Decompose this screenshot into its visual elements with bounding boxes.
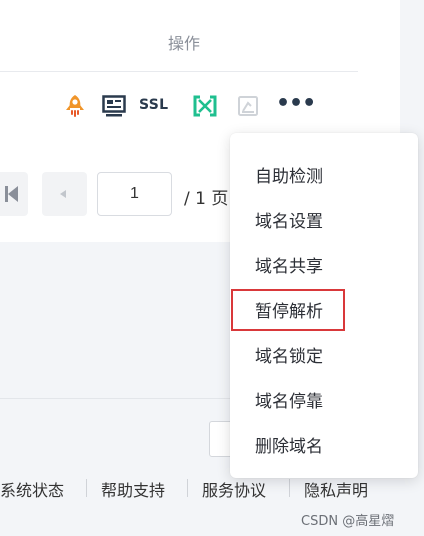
menu-item-domain-lock[interactable]: 域名锁定 xyxy=(255,342,323,367)
watermark: CSDN @高星熠 xyxy=(301,514,395,529)
monitor-icon[interactable] xyxy=(102,95,126,117)
menu-item-domain-parking[interactable]: 域名停靠 xyxy=(255,387,323,412)
operations-column-header: 操作 xyxy=(168,34,201,53)
footer-separator xyxy=(289,479,290,497)
menu-item-delete-domain[interactable]: 删除域名 xyxy=(255,432,323,457)
footer-separator xyxy=(86,479,87,497)
more-actions-dropdown: 自助检测 域名设置 域名共享 暂停解析 域名锁定 域名停靠 删除域名 xyxy=(230,133,418,478)
bracket-icon[interactable] xyxy=(192,95,218,117)
page-number-input[interactable]: 1 xyxy=(97,172,172,216)
menu-item-self-check[interactable]: 自助检测 xyxy=(255,162,323,187)
ssl-icon[interactable]: SSL xyxy=(139,97,168,113)
more-icon[interactable]: ••• xyxy=(276,91,316,116)
menu-item-pause-resolution[interactable]: 暂停解析 xyxy=(255,297,323,322)
footer-link-help[interactable]: 帮助支持 xyxy=(101,477,165,501)
footer-link-terms[interactable]: 服务协议 xyxy=(202,477,266,501)
menu-item-domain-settings[interactable]: 域名设置 xyxy=(255,207,323,232)
previous-page-button[interactable] xyxy=(42,172,87,216)
first-page-button[interactable] xyxy=(0,172,28,216)
footer-link-system-status[interactable]: 系统状态 xyxy=(0,477,64,501)
rocket-icon[interactable] xyxy=(64,94,86,118)
footer-link-privacy[interactable]: 隐私声明 xyxy=(304,477,368,501)
menu-item-domain-share[interactable]: 域名共享 xyxy=(255,252,323,277)
document-icon[interactable] xyxy=(237,95,259,117)
footer-separator xyxy=(187,479,188,497)
page-total-label: / 1 页 xyxy=(184,189,229,209)
header-divider xyxy=(0,71,358,72)
